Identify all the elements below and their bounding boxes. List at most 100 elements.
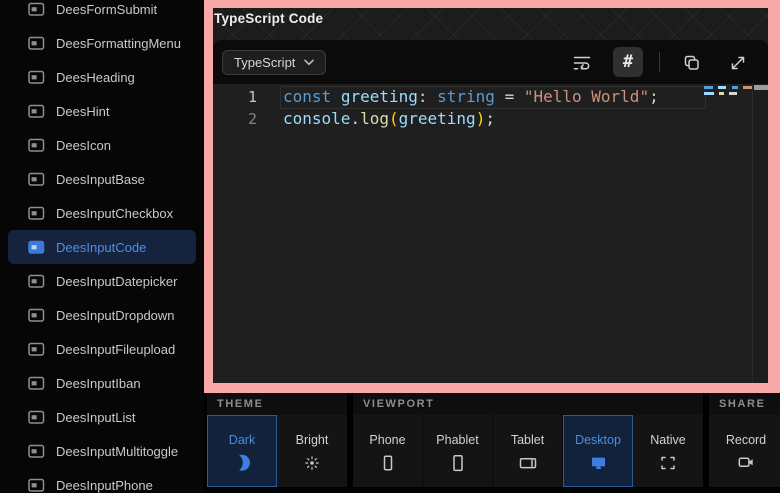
- sidebar-item-deesinputiban[interactable]: DeesInputIban: [8, 366, 196, 400]
- expand-icon: [728, 53, 747, 72]
- code-token: ): [476, 109, 486, 128]
- phablet-icon: [449, 454, 467, 472]
- sidebar-item-label: DeesInputBase: [56, 172, 145, 187]
- dark-button[interactable]: Dark: [207, 415, 277, 487]
- native-icon: [659, 454, 677, 472]
- editor-actions: #: [567, 47, 752, 77]
- sidebar-item-deeshint[interactable]: DeesHint: [8, 94, 196, 128]
- tablet-button[interactable]: Tablet: [493, 415, 563, 487]
- code-token: :: [418, 87, 437, 106]
- sidebar-item-deesformsubmit[interactable]: DeesFormSubmit: [8, 0, 196, 26]
- language-selector[interactable]: TypeScript: [222, 50, 326, 75]
- overview-ruler[interactable]: [752, 84, 768, 383]
- toolbar-button-label: Tablet: [511, 433, 544, 447]
- code-token: console: [283, 109, 350, 128]
- component-icon: [28, 478, 45, 493]
- toolbar-section-label: THEME: [207, 393, 347, 415]
- copy-icon: [682, 53, 701, 72]
- sidebar-item-label: DeesFormSubmit: [56, 2, 157, 17]
- native-button[interactable]: Native: [633, 415, 703, 487]
- code-editor[interactable]: 12 const greeting: string = "Hello World…: [213, 84, 768, 383]
- story-frame: TypeScript Code TypeScript # 12 const gr…: [204, 0, 780, 393]
- code-token: .: [350, 109, 360, 128]
- phone-icon: [379, 454, 397, 472]
- sidebar-item-label: DeesIcon: [56, 138, 111, 153]
- chevron-down-icon: [304, 59, 314, 66]
- sidebar-item-deesinputdropdown[interactable]: DeesInputDropdown: [8, 298, 196, 332]
- toolbar-button-label: Bright: [296, 433, 329, 447]
- toolbar-button-label: Phone: [369, 433, 405, 447]
- sidebar-item-label: DeesInputCheckbox: [56, 206, 173, 221]
- code-content: const greeting: string = "Hello World";c…: [281, 86, 704, 130]
- sidebar-item-deesinputphone[interactable]: DeesInputPhone: [8, 468, 196, 493]
- story-title: TypeScript Code: [214, 11, 323, 26]
- code-token: ;: [649, 87, 659, 106]
- toolbar-section-theme: THEME Dark Bright: [207, 393, 347, 493]
- minimap-line: [704, 92, 752, 95]
- word-wrap-button[interactable]: [567, 47, 597, 77]
- component-icon: [28, 36, 45, 51]
- component-icon: [28, 342, 45, 357]
- sidebar-item-deesinputmultitoggle[interactable]: DeesInputMultitoggle: [8, 434, 196, 468]
- sidebar-item-label: DeesInputDropdown: [56, 308, 175, 323]
- toolbar-button-label: Phablet: [436, 433, 478, 447]
- component-icon: [28, 70, 45, 85]
- toolbar-buttons: Phone Phablet Tablet Desktop Native: [353, 415, 703, 487]
- expand-button[interactable]: [722, 47, 752, 77]
- code-token: =: [495, 87, 524, 106]
- code-token: greeting: [341, 87, 418, 106]
- sidebar-item-deesinputcode[interactable]: DeesInputCode: [8, 230, 196, 264]
- sidebar-item-deesinputfileupload[interactable]: DeesInputFileupload: [8, 332, 196, 366]
- component-icon: [28, 444, 45, 459]
- minimap-slider[interactable]: [754, 85, 768, 90]
- sidebar-item-label: DeesInputMultitoggle: [56, 444, 178, 459]
- sidebar-item-deesinputbase[interactable]: DeesInputBase: [8, 162, 196, 196]
- language-selector-label: TypeScript: [234, 55, 295, 70]
- divider: [659, 52, 660, 72]
- tablet-icon: [519, 454, 537, 472]
- line-number: 2: [213, 108, 257, 130]
- copy-button[interactable]: [676, 47, 706, 77]
- line-numbers-button[interactable]: #: [613, 47, 643, 77]
- record-icon: [737, 453, 756, 472]
- phone-button[interactable]: Phone: [353, 415, 423, 487]
- toolbar-button-label: Dark: [229, 433, 255, 447]
- record-button[interactable]: Record: [709, 415, 780, 487]
- sidebar-item-label: DeesInputCode: [56, 240, 146, 255]
- component-icon: [28, 410, 45, 425]
- sidebar-item-deesicon[interactable]: DeesIcon: [8, 128, 196, 162]
- minimap[interactable]: [704, 86, 752, 98]
- component-icon: [28, 376, 45, 391]
- sidebar-item-deesinputlist[interactable]: DeesInputList: [8, 400, 196, 434]
- line-numbers-icon: #: [623, 52, 633, 72]
- toolbar-button-label: Native: [650, 433, 685, 447]
- code-line: const greeting: string = "Hello World";: [281, 86, 704, 108]
- toolbar-button-label: Record: [726, 433, 766, 447]
- toolbar-section-label: VIEWPORT: [353, 393, 703, 415]
- component-sidebar: DeesFormSubmit DeesFormattingMenu DeesHe…: [0, 0, 204, 493]
- code-line: console.log(greeting);: [281, 108, 704, 130]
- component-icon: [28, 206, 45, 221]
- demo-area: TypeScript Code TypeScript # 12 const gr…: [213, 8, 768, 383]
- sidebar-item-deesformattingmenu[interactable]: DeesFormattingMenu: [8, 26, 196, 60]
- component-icon: [28, 104, 45, 119]
- sidebar-item-label: DeesHint: [56, 104, 109, 119]
- toolbar-button-label: Desktop: [575, 433, 621, 447]
- sidebar-item-deesinputdatepicker[interactable]: DeesInputDatepicker: [8, 264, 196, 298]
- code-token: [331, 87, 341, 106]
- sidebar-item-deesheading[interactable]: DeesHeading: [8, 60, 196, 94]
- phablet-button[interactable]: Phablet: [423, 415, 493, 487]
- code-token: "Hello World": [524, 87, 649, 106]
- sidebar-item-label: DeesInputList: [56, 410, 136, 425]
- minimap-line: [704, 86, 752, 89]
- sidebar-item-deesinputcheckbox[interactable]: DeesInputCheckbox: [8, 196, 196, 230]
- desktop-button[interactable]: Desktop: [563, 415, 633, 487]
- toolbar-section-label: SHARE: [709, 393, 780, 415]
- code-input-panel: TypeScript # 12 const greeting: string =…: [213, 40, 768, 383]
- bottom-toolbar: THEMEDark Bright VIEWPORTPhone Phablet T…: [204, 393, 780, 493]
- line-number: 1: [213, 86, 257, 108]
- bright-button[interactable]: Bright: [277, 415, 347, 487]
- toolbar-section-share: SHARE Record: [709, 393, 780, 493]
- component-icon: [28, 2, 45, 17]
- sidebar-item-label: DeesFormattingMenu: [56, 36, 181, 51]
